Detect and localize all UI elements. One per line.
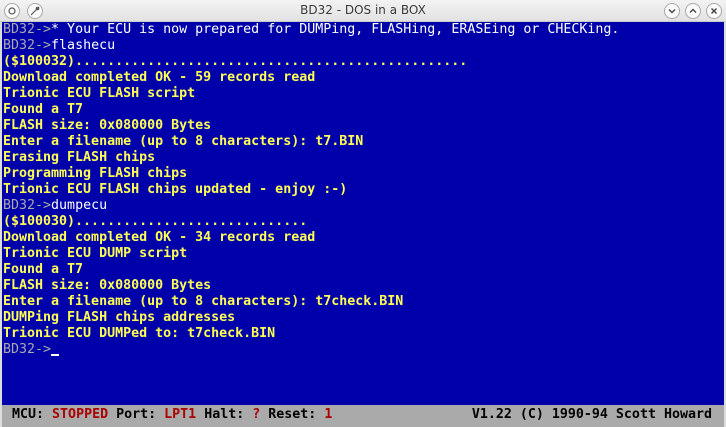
console-prompt: BD32-> (3, 198, 52, 213)
console-line: Found a T7 (3, 262, 619, 278)
console-text: Found a T7 (3, 262, 84, 277)
mcu-label: MCU: (12, 407, 45, 422)
mcu-status: STOPPED (52, 407, 109, 422)
port-label: Port: (116, 407, 157, 422)
console-line: BD32->flashecu (3, 38, 619, 54)
console-text: Download completed OK - 34 records read (3, 230, 316, 245)
console-command: dumpecu (51, 198, 108, 213)
console-line: Trionic ECU DUMP script (3, 246, 619, 262)
close-button[interactable] (706, 3, 722, 19)
console-text: Trionic ECU FLASH script (3, 86, 196, 101)
minimize-icon (668, 9, 676, 14)
console-text: * Your ECU is now prepared for DUMPing, … (51, 22, 620, 37)
minimize-button[interactable] (664, 3, 680, 19)
text-cursor (51, 354, 60, 356)
console-text: ($100032)...............................… (3, 54, 468, 69)
console-line: Found a T7 (3, 102, 619, 118)
console-text: Trionic ECU DUMP script (3, 246, 188, 261)
console-line: DUMPing FLASH chips addresses (3, 310, 619, 326)
console-text: Trionic ECU FLASH chips updated - enjoy … (3, 182, 348, 197)
console-line: Enter a filename (up to 8 characters): t… (3, 134, 619, 150)
console-line: Trionic ECU FLASH chips updated - enjoy … (3, 182, 619, 198)
halt-label: Halt: (204, 407, 245, 422)
console-text: Erasing FLASH chips (3, 150, 156, 165)
console-line: Download completed OK - 59 records read (3, 70, 619, 86)
console-line: Trionic ECU FLASH script (3, 86, 619, 102)
console-text: Enter a filename (up to 8 characters): t… (3, 134, 364, 149)
console-line: BD32->* Your ECU is now prepared for DUM… (3, 22, 619, 38)
maximize-icon (689, 8, 697, 13)
console-text: Found a T7 (3, 102, 84, 117)
console-lines: BD32->* Your ECU is now prepared for DUM… (3, 22, 619, 358)
console-line: Enter a filename (up to 8 characters): t… (3, 294, 619, 310)
console-text: DUMPing FLASH chips addresses (3, 310, 236, 325)
version-info: V1.22 (C) 1990-94 Scott Howard (471, 407, 712, 422)
halt-value: ? (252, 407, 261, 422)
console-text: Enter a filename (up to 8 characters): t… (3, 294, 404, 309)
console-text: Trionic ECU DUMPed to: t7check.BIN (3, 326, 276, 341)
window-title: BD32 - DOS in a BOX (300, 3, 426, 17)
console-line: Download completed OK - 34 records read (3, 230, 619, 246)
console-prompt: BD32-> (3, 38, 52, 53)
console-prompt: BD32-> (3, 22, 52, 37)
console-line: FLASH size: 0x080000 Bytes (3, 118, 619, 134)
console-text: Download completed OK - 59 records read (3, 70, 316, 85)
console-line: Programming FLASH chips (3, 166, 619, 182)
console-prompt: BD32-> (3, 342, 52, 357)
close-icon (711, 8, 717, 14)
status-left: MCU: STOPPED Port: LPT1 Halt: ? Reset: 1 (12, 406, 332, 424)
reset-label: Reset: (268, 407, 317, 422)
console-text: Programming FLASH chips (3, 166, 188, 181)
title-bar[interactable]: BD32 - DOS in a BOX (0, 0, 726, 22)
reset-value: 1 (324, 407, 333, 422)
console-line: Erasing FLASH chips (3, 150, 619, 166)
console-line: ($100030)............................. (3, 214, 619, 230)
console-text: FLASH size: 0x080000 Bytes (3, 118, 212, 133)
console-area[interactable]: BD32->* Your ECU is now prepared for DUM… (2, 22, 724, 405)
console-line: FLASH size: 0x080000 Bytes (3, 278, 619, 294)
maximize-button[interactable] (685, 3, 701, 19)
port-value: LPT1 (164, 407, 197, 422)
console-line: BD32->dumpecu (3, 198, 619, 214)
console-line: ($100032)...............................… (3, 54, 619, 70)
console-line: Trionic ECU DUMPed to: t7check.BIN (3, 326, 619, 342)
console-text: ($100030)............................. (3, 214, 308, 229)
console-input-line[interactable]: BD32-> (3, 342, 619, 358)
status-bar: MCU: STOPPED Port: LPT1 Halt: ? Reset: 1… (0, 405, 726, 427)
console-text: FLASH size: 0x080000 Bytes (3, 278, 212, 293)
dosbox-window: BD32 - DOS in a BOX BD32->* Your ECU is … (0, 0, 726, 427)
console-command: flashecu (51, 38, 116, 53)
